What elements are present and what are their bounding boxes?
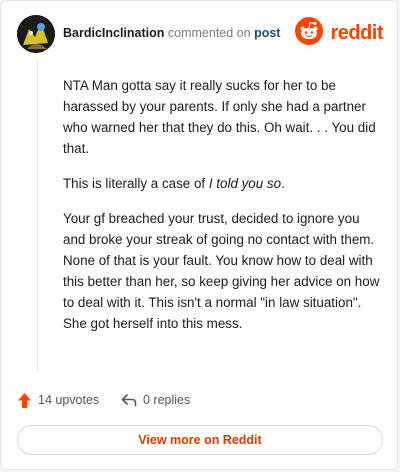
comment-paragraph-2: This is literally a case of I told you s… <box>63 173 385 194</box>
comment-header: BardicInclination commented on post redd… <box>17 15 383 55</box>
post-link[interactable]: post <box>254 26 280 40</box>
p2-emphasis: I told you so <box>208 176 282 191</box>
username-link[interactable]: BardicInclination <box>63 26 164 40</box>
comment-body: NTA Man gotta say it really sucks for he… <box>63 75 385 348</box>
reddit-wordmark: reddit <box>330 22 383 44</box>
upvote-action[interactable]: 14 upvotes <box>17 389 99 411</box>
embed-card: BardicInclination commented on post redd… <box>0 0 398 470</box>
reddit-logo-icon <box>295 17 323 45</box>
action-text: commented on <box>167 26 251 40</box>
upvote-count: 14 upvotes <box>38 393 100 407</box>
reply-icon <box>121 394 137 407</box>
p2-prefix: This is literally a case of <box>63 176 209 191</box>
view-more-button[interactable]: View more on Reddit <box>17 425 383 455</box>
p2-suffix: . <box>281 176 285 191</box>
comment-meta: BardicInclination commented on post <box>63 26 280 40</box>
comment-paragraph-3: Your gf breached your trust, decided to … <box>63 211 380 331</box>
user-avatar[interactable] <box>17 15 55 53</box>
thread-line <box>37 61 38 371</box>
comment-paragraph-1: NTA Man gotta say it really sucks for he… <box>63 78 376 156</box>
reply-count: 0 replies <box>143 393 191 407</box>
upvote-arrow-icon <box>18 392 31 408</box>
reply-action[interactable]: 0 replies <box>121 389 190 411</box>
